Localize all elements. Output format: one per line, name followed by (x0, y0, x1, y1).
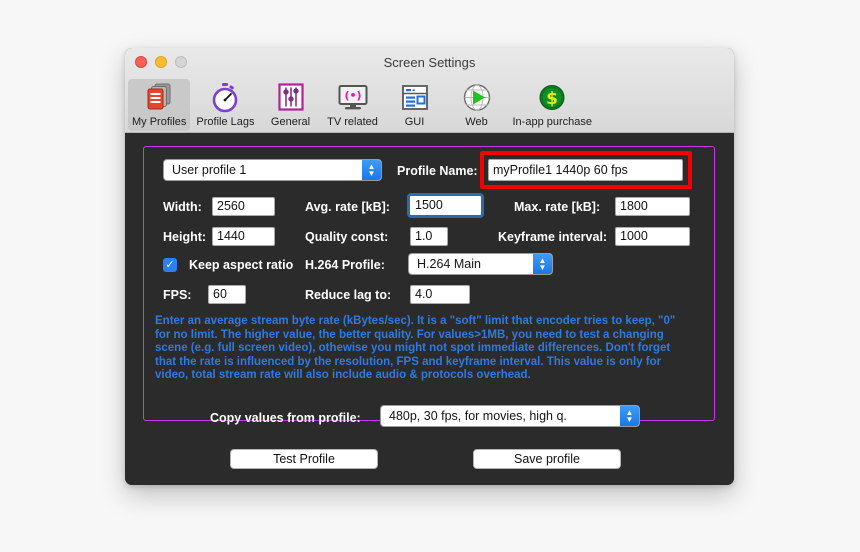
play-globe-icon (459, 81, 495, 114)
h264-profile-select[interactable]: H.264 Main ▲ ▼ (408, 253, 553, 275)
check-icon: ✓ (165, 259, 175, 271)
help-text: Enter an average stream byte rate (kByte… (155, 315, 676, 382)
height-input[interactable]: 1440 (212, 227, 275, 246)
svg-text:$: $ (546, 89, 558, 109)
keep-aspect-ratio-label: Keep aspect ratio (189, 258, 294, 272)
tab-label: Profile Lags (196, 116, 255, 128)
tab-label: Web (465, 116, 488, 128)
profile-name-input[interactable]: myProfile1 1440p 60 fps (488, 159, 683, 181)
tab-label: General (270, 116, 311, 128)
tab-web[interactable]: Web (447, 79, 507, 131)
width-input[interactable]: 2560 (212, 197, 275, 216)
tab-general[interactable]: General (261, 79, 321, 131)
tab-in-app-purchase[interactable]: $ In-app purchase (509, 79, 597, 131)
tab-label: GUI (404, 116, 425, 128)
keyframe-interval-label: Keyframe interval: (498, 230, 608, 244)
fps-label: FPS: (163, 288, 192, 302)
test-profile-button[interactable]: Test Profile (230, 449, 378, 469)
chevron-down-icon: ▼ (538, 263, 547, 272)
h264-profile-label: H.264 Profile: (305, 258, 385, 272)
svg-text:(•): (•) (344, 89, 361, 102)
chevron-updown-icon: ▲ ▼ (362, 160, 381, 180)
tab-gui[interactable]: GUI (385, 79, 445, 131)
window-titlebar: Screen Settings My Profiles Profile Lags… (125, 48, 734, 133)
window-title: Screen Settings (383, 55, 476, 70)
chevron-down-icon: ▼ (367, 169, 376, 178)
quality-const-label: Quality const: (305, 230, 389, 244)
avg-rate-label: Avg. rate [kB]: (305, 200, 390, 214)
copy-values-value: 480p, 30 fps, for movies, high q. (389, 409, 567, 423)
sliders-icon (273, 81, 309, 114)
copy-values-select[interactable]: 480p, 30 fps, for movies, high q. ▲ ▼ (380, 405, 640, 427)
profile-select[interactable]: User profile 1 ▲ ▼ (163, 159, 382, 181)
copy-values-label: Copy values from profile: (210, 411, 361, 425)
max-rate-label: Max. rate [kB]: (514, 200, 601, 214)
screenshot-root: Screen Settings My Profiles Profile Lags… (0, 0, 860, 552)
profile-name-label: Profile Name: (397, 164, 478, 178)
tab-tv-related[interactable]: (•) TV related (323, 79, 383, 131)
profiles-icon (141, 81, 177, 114)
keyframe-interval-input[interactable]: 1000 (615, 227, 690, 246)
dollar-coin-icon: $ (534, 81, 570, 114)
avg-rate-input[interactable]: 1500 (407, 193, 484, 218)
chevron-updown-icon: ▲ ▼ (533, 254, 552, 274)
tv-icon: (•) (335, 81, 371, 114)
max-rate-input[interactable]: 1800 (615, 197, 690, 216)
window-content: User profile 1 ▲ ▼ Profile Name: myProfi… (125, 133, 734, 485)
stopwatch-icon (207, 81, 243, 114)
width-label: Width: (163, 200, 202, 214)
keep-aspect-ratio-checkbox[interactable]: ✓ (163, 258, 177, 272)
reduce-lag-input[interactable]: 4.0 (410, 285, 470, 304)
toolbar: My Profiles Profile Lags General (•) TV … (127, 73, 597, 131)
screen-settings-window: Screen Settings My Profiles Profile Lags… (125, 48, 734, 485)
chevron-updown-icon: ▲ ▼ (620, 406, 639, 426)
save-profile-button[interactable]: Save profile (473, 449, 621, 469)
quality-const-input[interactable]: 1.0 (410, 227, 448, 246)
tab-label: In-app purchase (512, 116, 593, 128)
tab-my-profiles[interactable]: My Profiles (128, 79, 191, 131)
profile-select-value: User profile 1 (172, 163, 247, 177)
height-label: Height: (163, 230, 207, 244)
tab-profile-lags[interactable]: Profile Lags (192, 79, 258, 131)
chevron-down-icon: ▼ (625, 415, 634, 424)
fps-input[interactable]: 60 (208, 285, 246, 304)
h264-profile-value: H.264 Main (417, 257, 481, 271)
tab-label: My Profiles (132, 116, 187, 128)
tab-label: TV related (327, 116, 378, 128)
reduce-lag-label: Reduce lag to: (305, 288, 392, 302)
window-layout-icon (397, 81, 433, 114)
